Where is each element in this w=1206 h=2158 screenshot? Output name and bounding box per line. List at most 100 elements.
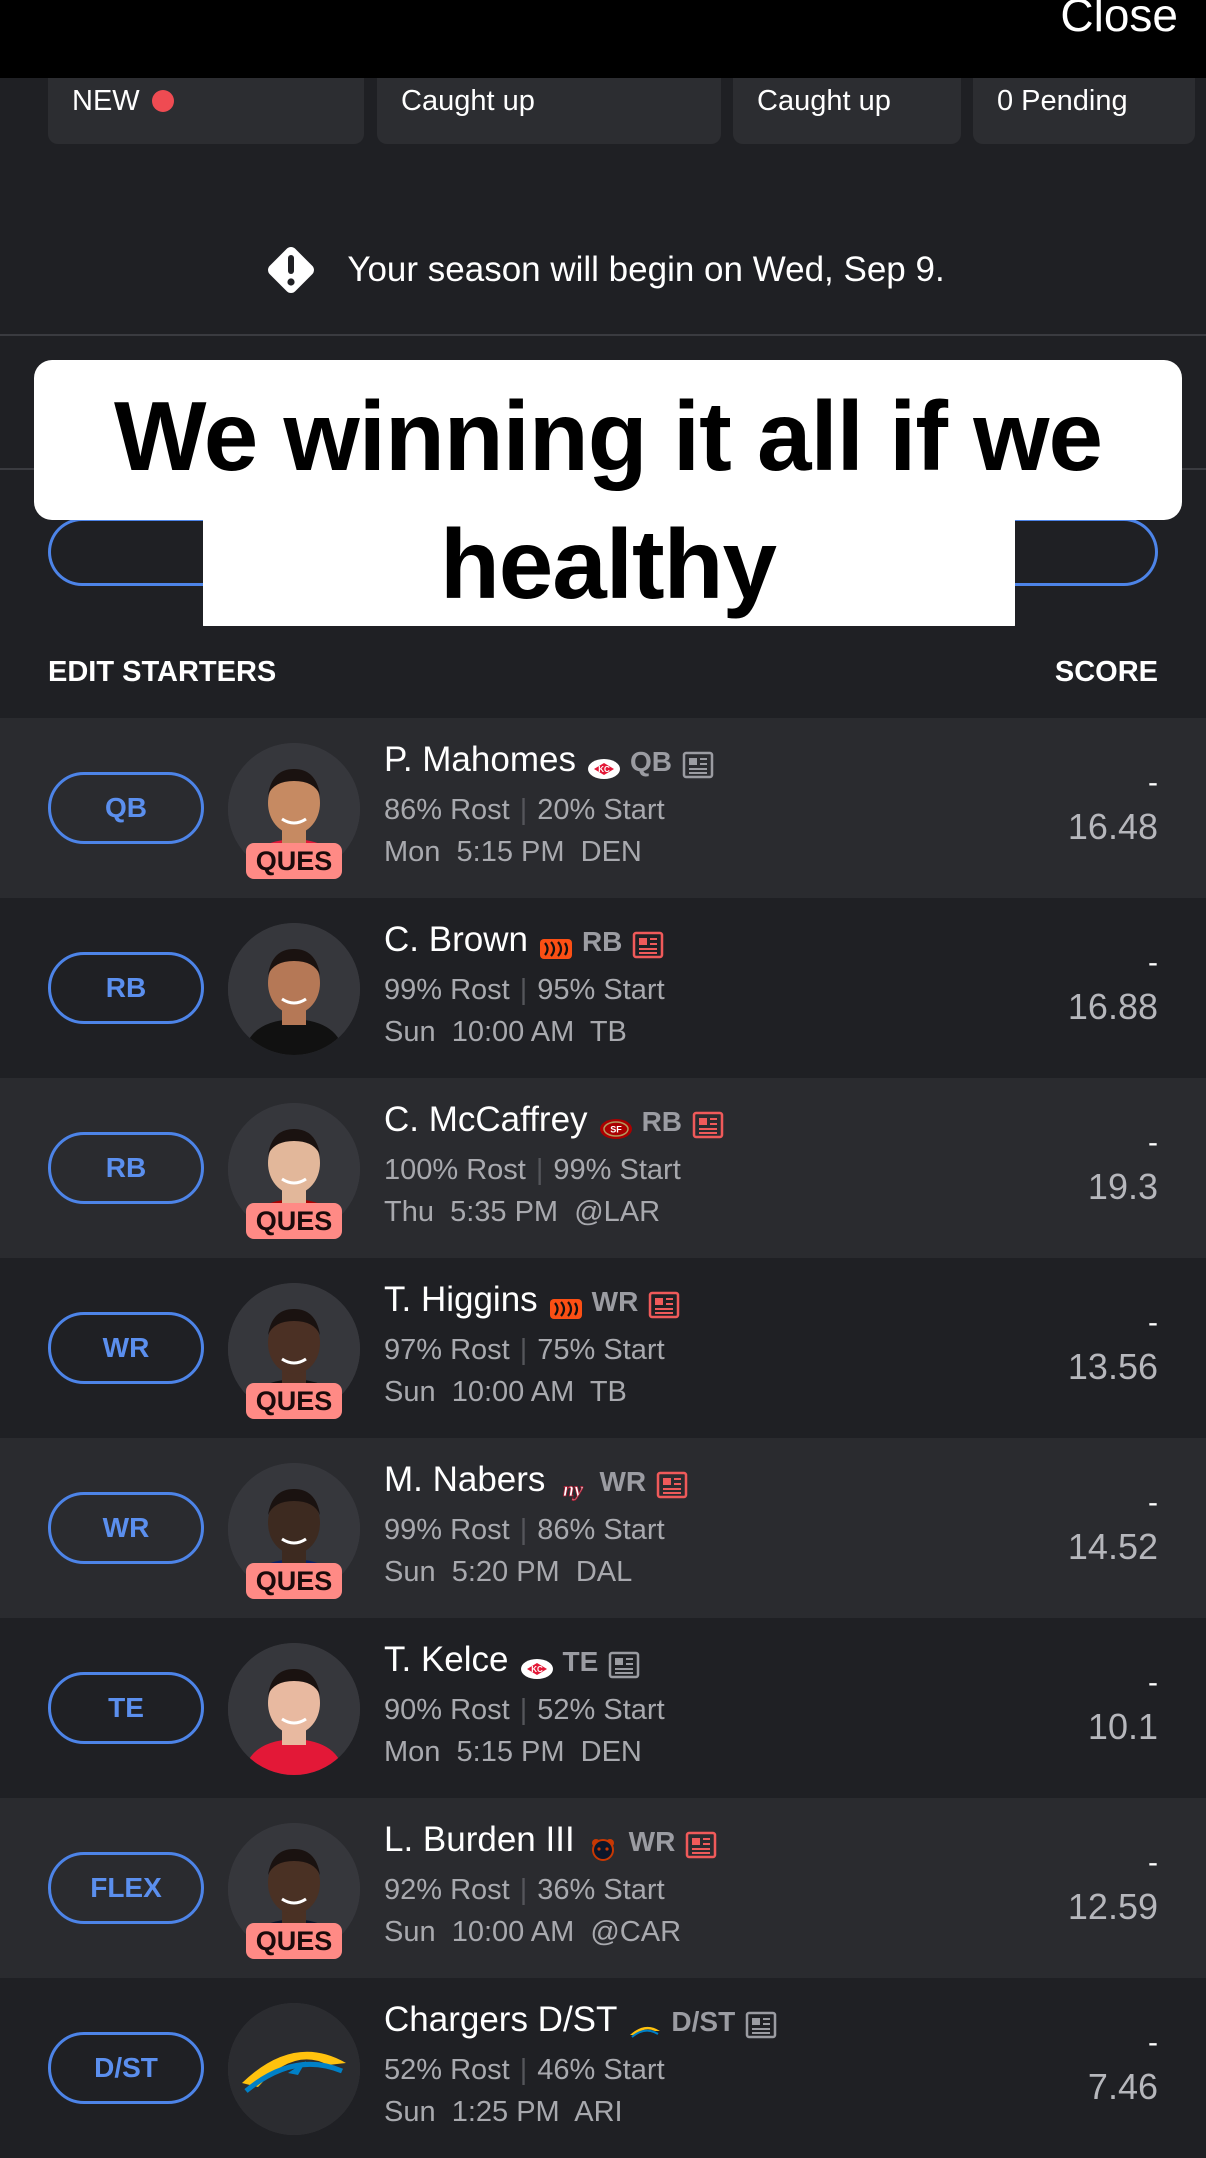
news-icon[interactable] [745,2008,777,2038]
chip-label: Caught up [401,85,535,117]
chip-new[interactable]: NEW [48,78,364,144]
team-logo-icon: KC [519,1650,555,1679]
slot-button[interactable]: D/ST [48,2032,204,2104]
season-notice: Your season will begin on Wed, Sep 9. [0,240,1206,300]
player-position: WR [599,1465,647,1497]
player-name[interactable]: M. Nabers [384,1460,545,1499]
slot-button[interactable]: FLEX [48,1852,204,1924]
chip-caught-up-2[interactable]: Caught up [733,78,961,144]
player-name[interactable]: T. Higgins [384,1280,538,1319]
player-name[interactable]: T. Kelce [384,1640,509,1679]
actual-score: - [1148,1126,1158,1159]
projected-score: 16.48 [1067,806,1158,847]
chip-caught-up-1[interactable]: Caught up [377,78,721,144]
team-logo-icon: KC [586,750,622,779]
player-position: RB [581,925,623,957]
projected-score: 13.56 [1067,1346,1158,1387]
caption-text: We winning it all if we healthy [114,381,1103,619]
actual-score: - [1148,2026,1158,2059]
started-pct: 52% Start [537,1694,665,1726]
game-info: Thu 5:35 PM @LAR [384,1196,661,1228]
ownership-stats: 99% Rost | 95% Start [384,974,665,1007]
slot-button[interactable]: WR [48,1492,204,1564]
started-pct: 46% Start [537,2054,665,2086]
rostered-pct: 99% Rost [384,1514,510,1546]
player-row[interactable]: FLEX QUES L. Burden III WR 92% Rost | 36% Star… [0,1798,1206,1978]
player-name[interactable]: L. Burden III [384,1820,575,1859]
news-icon[interactable] [682,748,714,778]
player-avatar[interactable] [228,2003,360,2135]
game-info: Mon 5:15 PM DEN [384,836,642,868]
rostered-pct: 92% Rost [384,1874,510,1906]
team-logo-icon [538,930,574,959]
ownership-stats: 99% Rost | 86% Start [384,1514,665,1547]
slot-button[interactable]: RB [48,1132,204,1204]
stats-separator: | [519,1694,528,1726]
started-pct: 86% Start [537,1514,665,1546]
rostered-pct: 52% Rost [384,2054,510,2086]
player-row[interactable]: RB C. Brown RB 99% Rost | 95% Start Sun 10:00 … [0,898,1206,1078]
actual-score: - [1148,1846,1158,1879]
edit-starters-label[interactable]: EDIT STARTERS [48,656,276,689]
news-icon[interactable] [692,1108,724,1138]
player-row[interactable]: RB QUES C. McCaffrey SF RB 100% Rost | 99% Star… [0,1078,1206,1258]
player-row[interactable]: WR QUES M. Nabers ny WR 99% Rost | 86% Start Sun… [0,1438,1206,1618]
rostered-pct: 100% Rost [384,1154,526,1186]
ownership-stats: 86% Rost | 20% Start [384,794,665,827]
player-position: WR [591,1285,639,1317]
actual-score: - [1148,1306,1158,1339]
news-icon[interactable] [608,1648,640,1678]
team-logo-icon [548,1290,584,1319]
player-name[interactable]: C. McCaffrey [384,1100,588,1139]
started-pct: 99% Start [553,1154,681,1186]
top-bar: Close [0,0,1206,78]
started-pct: 20% Start [537,794,665,826]
rostered-pct: 90% Rost [384,1694,510,1726]
player-row[interactable]: D/ST Chargers D/ST D/ST 52% Rost | 46% Start S… [0,1978,1206,2158]
slot-button[interactable]: RB [48,952,204,1024]
stats-separator: | [535,1154,544,1186]
alert-icon [268,247,315,293]
projected-score: 12.59 [1067,1886,1158,1927]
close-button[interactable]: Close [1060,0,1178,42]
player-name[interactable]: C. Brown [384,920,528,959]
new-dot-icon [151,90,174,112]
player-row[interactable]: WR QUES T. Higgins WR 97% Rost | 75% Start Sun … [0,1258,1206,1438]
actual-score: - [1148,946,1158,979]
chip-label: NEW [72,85,140,117]
player-name[interactable]: P. Mahomes [384,740,576,779]
projected-score: 14.52 [1067,1526,1158,1567]
actual-score: - [1148,766,1158,799]
player-avatar[interactable] [228,923,360,1055]
actual-score: - [1148,1666,1158,1699]
player-position: TE [562,1645,599,1677]
game-info: Sun 10:00 AM TB [384,1016,627,1048]
slot-button[interactable]: WR [48,1312,204,1384]
notice-text: Your season will begin on Wed, Sep 9. [347,250,945,289]
player-avatar[interactable] [228,1643,360,1775]
projected-score: 7.46 [1087,2066,1158,2107]
roster-header: EDIT STARTERS SCORE [0,626,1206,718]
projected-score: 19.3 [1087,1166,1158,1207]
news-icon[interactable] [685,1828,717,1858]
news-icon[interactable] [648,1288,680,1318]
player-row[interactable]: TE T. Kelce KC TE 90% Rost | 52% Start Mon 5:15… [0,1618,1206,1798]
player-name[interactable]: Chargers D/ST [384,2000,617,2039]
team-logo-icon: ny [555,1470,591,1501]
ownership-stats: 100% Rost | 99% Start [384,1154,681,1187]
stats-separator: | [519,974,528,1006]
questionable-badge: QUES [246,1923,342,1959]
started-pct: 75% Start [537,1334,665,1366]
game-info: Sun 10:00 AM TB [384,1376,627,1408]
score-header: SCORE [1054,656,1158,688]
stats-separator: | [519,2054,528,2086]
chip-pending[interactable]: 0 Pending [973,78,1195,144]
news-icon[interactable] [656,1468,688,1498]
player-row[interactable]: QB QUES P. Mahomes KC QB 86% Rost | 20% Start Mo… [0,718,1206,898]
started-pct: 36% Start [537,1874,665,1906]
questionable-badge: QUES [246,1383,342,1419]
news-icon[interactable] [632,928,664,958]
slot-button[interactable]: QB [48,772,204,844]
rostered-pct: 86% Rost [384,794,510,826]
slot-button[interactable]: TE [48,1672,204,1744]
